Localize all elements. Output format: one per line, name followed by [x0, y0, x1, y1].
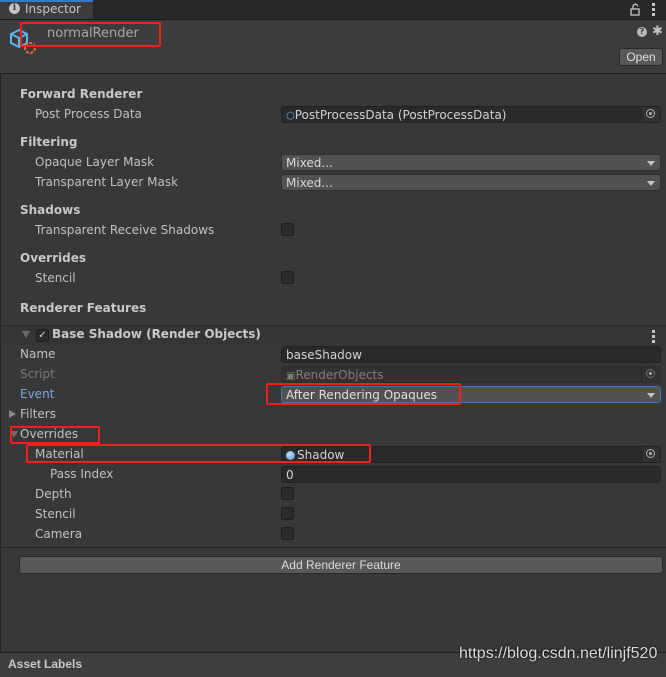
feature-name-input[interactable]: baseShadow [281, 346, 661, 363]
add-renderer-feature-button[interactable]: Add Renderer Feature [19, 556, 663, 574]
feature-enabled-checkbox[interactable]: ✓ [36, 329, 49, 342]
depth-checkbox[interactable] [281, 487, 294, 500]
tab-label: Inspector [25, 2, 81, 16]
foldout-expanded-icon[interactable] [10, 431, 18, 438]
pass-index-label: Pass Index [50, 467, 114, 481]
tab-bar [0, 0, 666, 20]
filters-foldout[interactable]: Filters [20, 407, 56, 421]
pass-index-input[interactable]: 0 [281, 466, 661, 483]
section-forward-renderer: Forward Renderer [20, 87, 143, 101]
post-process-data-label: Post Process Data [35, 107, 142, 121]
object-picker-icon[interactable] [641, 447, 660, 462]
section-renderer-features: Renderer Features [20, 301, 147, 315]
material-label: Material [35, 447, 84, 461]
event-label: Event [20, 387, 55, 401]
section-shadows: Shadows [20, 203, 81, 217]
gear-icon[interactable]: ✱ [652, 25, 663, 38]
help-icon[interactable]: ? [637, 27, 647, 37]
info-icon: i [9, 3, 20, 14]
depth-label: Depth [35, 487, 72, 501]
feature-name-label: Name [20, 347, 56, 361]
camera-checkbox[interactable] [281, 527, 294, 540]
panel-border [0, 74, 1, 652]
section-overrides: Overrides [20, 251, 86, 265]
renderer-asset-icon [10, 28, 36, 54]
script-label: Script [20, 367, 55, 381]
chevron-down-icon [647, 393, 655, 398]
lock-icon[interactable] [629, 3, 641, 16]
section-filtering: Filtering [20, 135, 78, 149]
material-field[interactable]: Shadow [281, 446, 661, 463]
transparent-receive-shadows-checkbox[interactable] [281, 223, 294, 236]
asset-labels-label: Asset Labels [8, 657, 83, 671]
feature-stencil-checkbox[interactable] [281, 507, 294, 520]
transparent-layer-mask-label: Transparent Layer Mask [35, 175, 179, 189]
feature-stencil-label: Stencil [35, 507, 76, 521]
feature-title: Base Shadow (Render Objects) [52, 327, 261, 341]
material-sphere-icon [286, 451, 295, 460]
post-process-asset-icon: ⬡ [286, 111, 295, 122]
tab-menu-icon[interactable] [652, 3, 655, 18]
tab-inspector[interactable]: i Inspector [0, 0, 93, 19]
overrides-foldout[interactable]: Overrides [20, 427, 78, 441]
post-process-data-field[interactable]: ⬡PostProcessData (PostProcessData) [281, 106, 661, 123]
open-button[interactable]: Open [619, 48, 663, 66]
watermark: https://blog.csdn.net/linjf520 [459, 645, 658, 662]
feature-menu-icon[interactable] [652, 330, 655, 345]
object-picker-icon [641, 367, 660, 382]
opaque-layer-mask-dropdown[interactable]: Mixed... [281, 154, 661, 171]
transparent-receive-shadows-label: Transparent Receive Shadows [35, 223, 215, 237]
object-picker-icon[interactable] [641, 107, 660, 122]
stencil-label: Stencil [35, 271, 76, 285]
asset-name: normalRender [47, 26, 139, 41]
event-dropdown[interactable]: After Rendering Opaques [281, 386, 661, 403]
foldout-collapsed-icon[interactable] [9, 410, 16, 418]
chevron-down-icon [647, 181, 655, 186]
divider [0, 547, 666, 548]
chevron-down-icon [647, 161, 655, 166]
foldout-expanded-icon[interactable] [22, 331, 30, 338]
camera-label: Camera [35, 527, 83, 541]
stencil-checkbox[interactable] [281, 271, 294, 284]
transparent-layer-mask-dropdown[interactable]: Mixed... [281, 174, 661, 191]
opaque-layer-mask-label: Opaque Layer Mask [35, 155, 155, 169]
script-field: ▣RenderObjects [281, 366, 661, 383]
